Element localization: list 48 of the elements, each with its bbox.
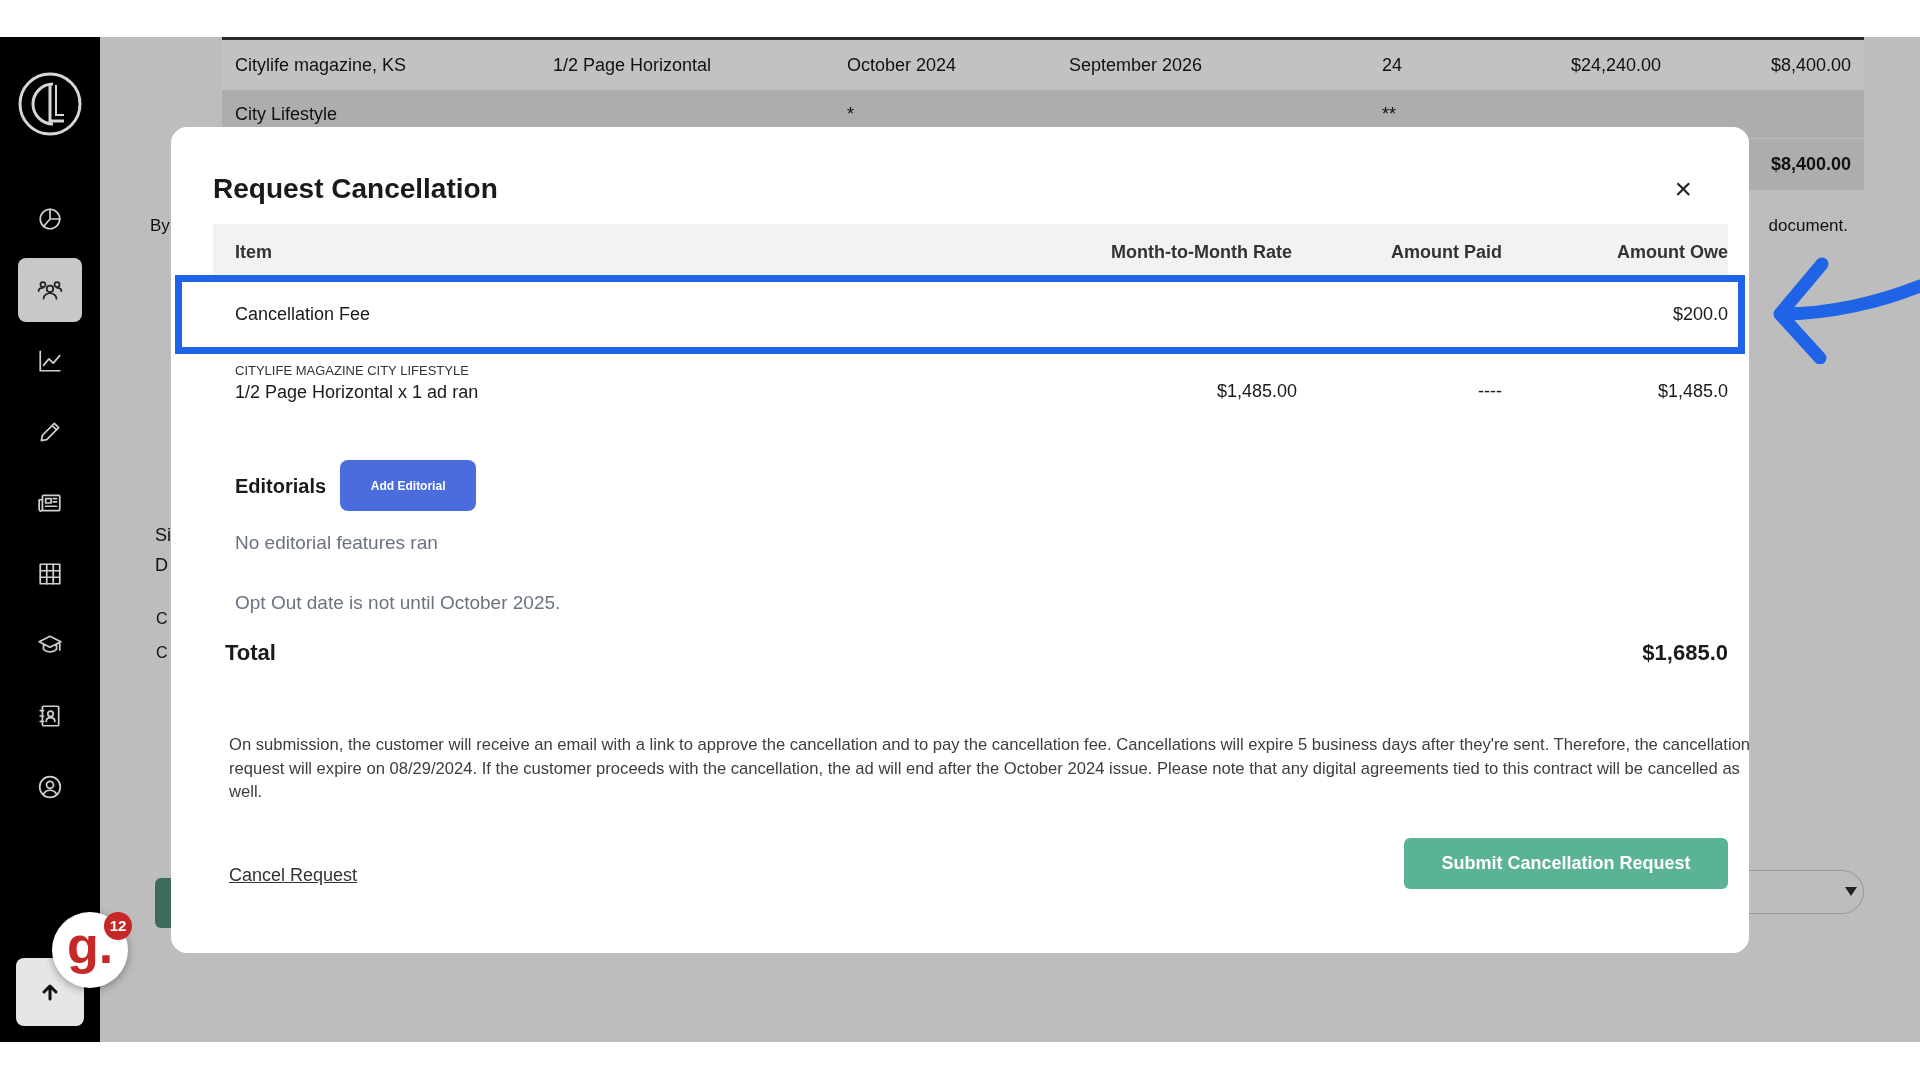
total-amount: $8,400.00 [1770, 154, 1851, 174]
empty-message: No editorial features ran [235, 532, 438, 553]
table-cell: September 2026 [1069, 54, 1203, 75]
note-text: Opt Out date is not until October 2025. [235, 591, 561, 613]
grid-icon [37, 561, 63, 587]
table-cell: Citylife magazine, KS [235, 54, 407, 75]
sidebar-item[interactable] [18, 258, 82, 322]
body-text: D [155, 554, 168, 575]
line-chart-icon [37, 348, 63, 374]
contact-book-icon [37, 703, 63, 729]
table-cell: * [847, 103, 854, 124]
body-text: C [156, 609, 168, 627]
body-text: By [150, 215, 170, 237]
total-amount: $1,685.0 [1642, 639, 1728, 667]
arrow-up-icon [41, 983, 59, 1001]
total-label: Total [225, 639, 276, 667]
table-cell: $1,485.0 [1657, 381, 1728, 401]
column-header: Amount Paid [1391, 242, 1502, 262]
column-header: Item [235, 242, 272, 262]
table-cell: October 2024 [847, 54, 957, 75]
add-editorial-button[interactable]: Add Editorial [340, 460, 477, 511]
item-category: CITYLIFE MAGAZINE CITY LIFESTYLE [235, 363, 470, 379]
table-cell: 1/2 Page Horizontal [553, 54, 712, 75]
action-button[interactable] [155, 877, 171, 928]
pie-chart-icon [37, 206, 63, 232]
table-cell: $8,400.00 [1770, 54, 1851, 75]
item-name: 1/2 Page Horizontal x 1 ad ran [235, 381, 480, 404]
section-label: Editorials [235, 473, 327, 499]
table-cell: ** [1382, 103, 1396, 124]
body-text: Si [155, 524, 171, 545]
table-cell: ---- [1478, 381, 1502, 401]
table-cell: City Lifestyle [235, 103, 338, 124]
dialog-title: Request Cancellation [213, 172, 498, 206]
table-cell: $1,485.00 [1216, 381, 1297, 401]
user-circle-icon [37, 774, 63, 800]
notice-text: On submission, the customer will receive an email with a link to approve the cancellation and to pay the cancellation fee. Cancellations will expire 5 business days after they're sent. Therefore, the cancellation request will expire on 08/29/2024. If the customer proceeds with the cancellation, the ad will end after the October 2024 issue. Please note that any digital agreements tied to this contract will be cancelled as well. [229, 734, 1749, 803]
cancel-request-link[interactable]: Cancel Request [229, 861, 358, 889]
caret-icon [1845, 887, 1857, 896]
table-cell: $200.0 [1672, 303, 1728, 324]
column-header: Amount Owe [1617, 242, 1728, 262]
body-text: document. [1768, 215, 1848, 237]
column-header: Month-to-Month Rate [1111, 242, 1292, 262]
table-cell: 24 [1382, 54, 1403, 75]
logo-icon [17, 71, 83, 137]
item-name: Cancellation Fee [235, 302, 372, 326]
table-cell: $24,240.00 [1570, 54, 1661, 75]
close-button[interactable]: × [1668, 174, 1698, 204]
body-text: C [156, 643, 168, 661]
